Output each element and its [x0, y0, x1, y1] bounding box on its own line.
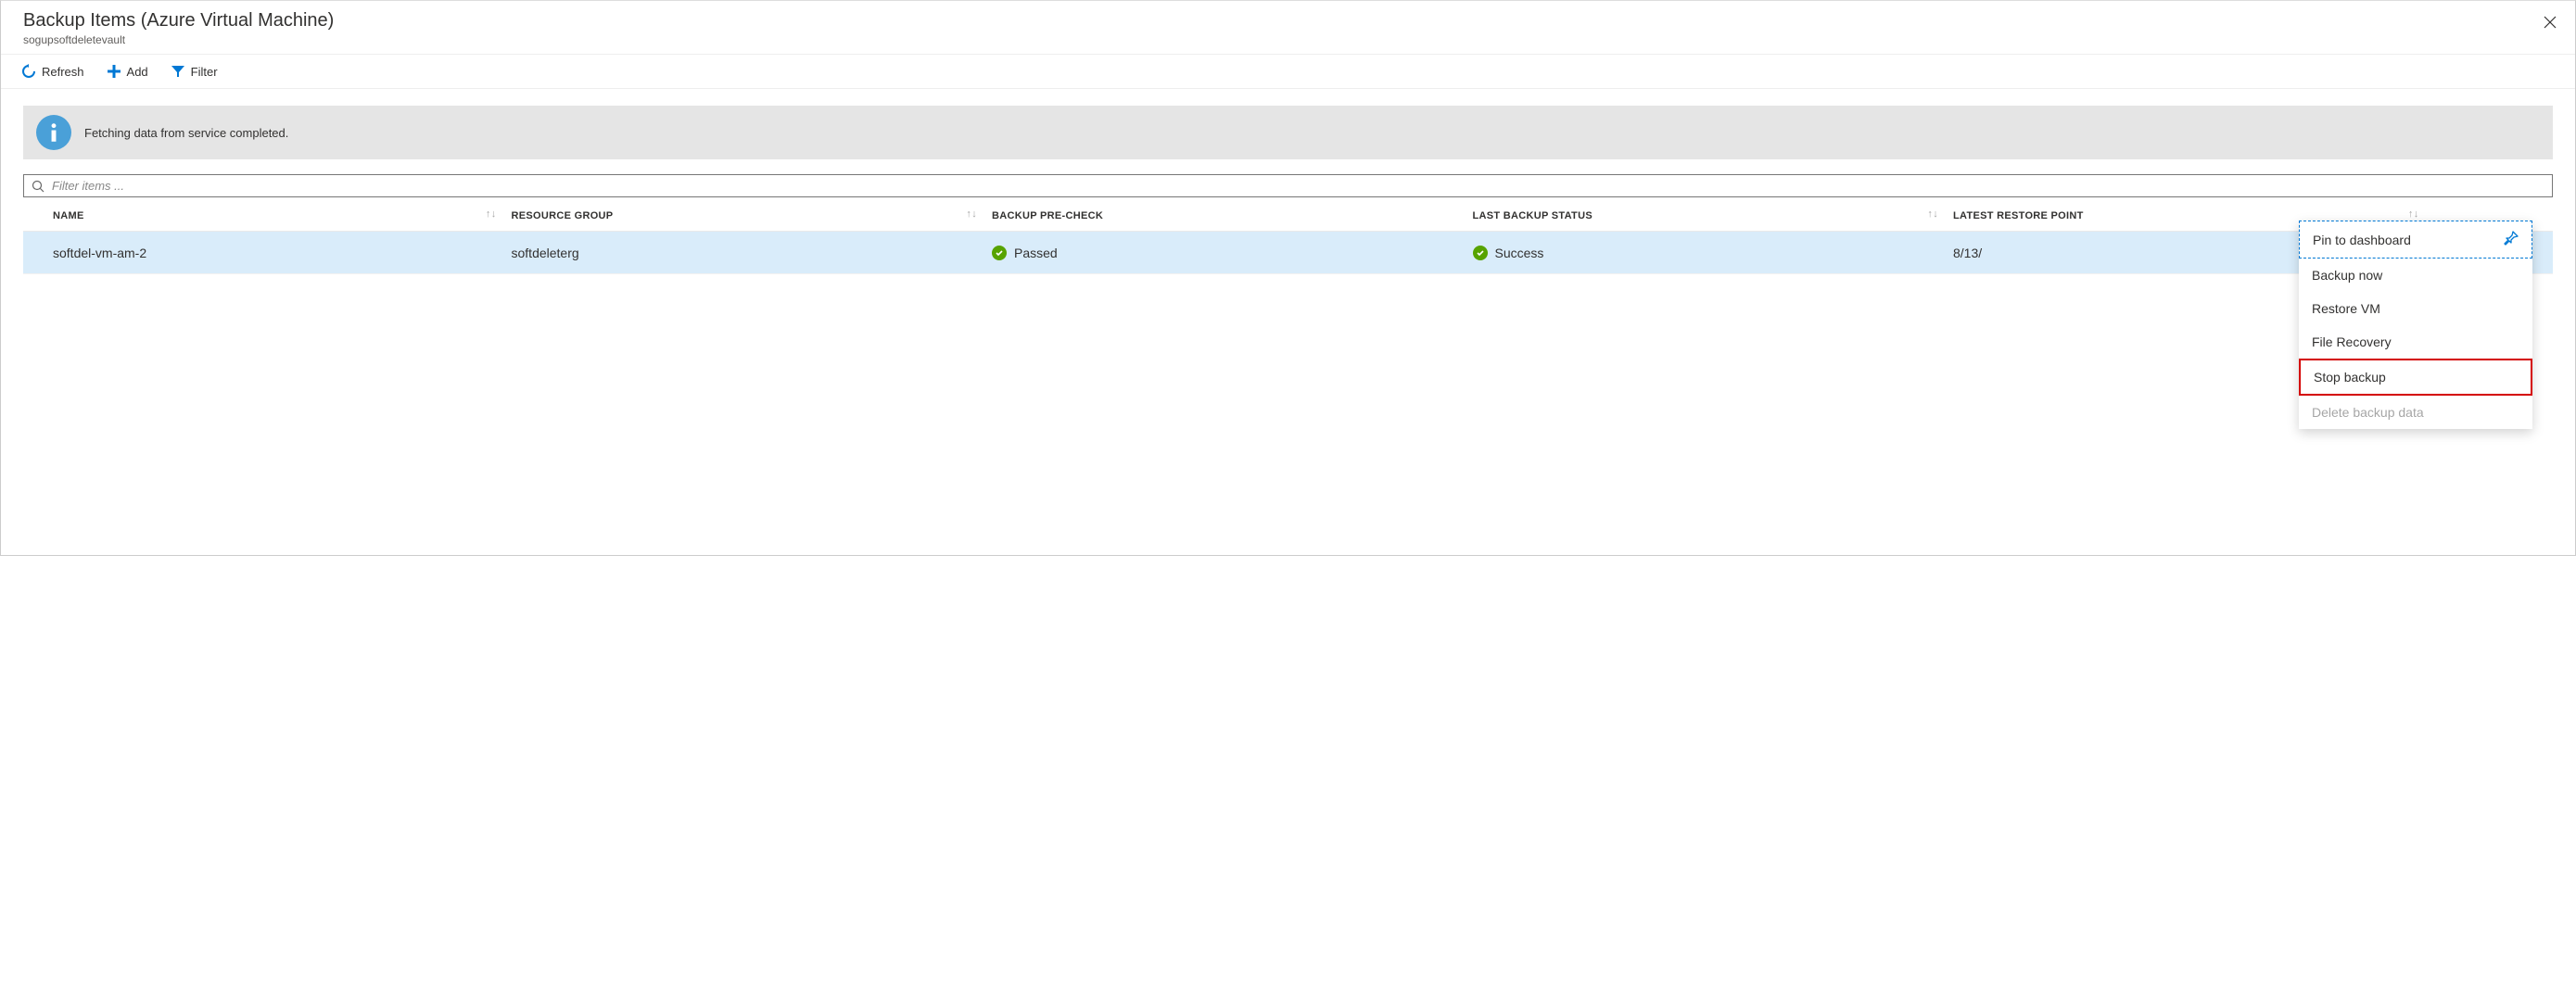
row-context-menu: Pin to dashboard Backup now Restore VM F…: [2299, 221, 2532, 429]
check-icon: [1473, 246, 1488, 260]
refresh-icon: [21, 64, 36, 79]
filter-button[interactable]: Filter: [169, 60, 220, 82]
blade-header: Backup Items (Azure Virtual Machine) sog…: [1, 1, 2575, 55]
sort-icon: ↑↓: [966, 210, 977, 218]
menu-delete-backup-data: Delete backup data: [2299, 396, 2532, 429]
cell-name: softdel-vm-am-2: [23, 232, 504, 274]
refresh-button[interactable]: Refresh: [19, 60, 86, 82]
cell-last-status: Success: [1466, 232, 1947, 274]
menu-restore-vm[interactable]: Restore VM: [2299, 292, 2532, 325]
info-banner-text: Fetching data from service completed.: [84, 126, 288, 140]
column-header-name[interactable]: Name ↑↓: [23, 199, 504, 232]
page-title: Backup Items (Azure Virtual Machine): [23, 10, 2557, 32]
filter-items-container: [23, 174, 2553, 197]
refresh-label: Refresh: [42, 65, 84, 79]
filter-label: Filter: [191, 65, 218, 79]
menu-stop-backup[interactable]: Stop backup: [2299, 359, 2532, 396]
menu-backup-now[interactable]: Backup now: [2299, 259, 2532, 292]
sort-icon: ↑↓: [1927, 210, 1938, 218]
sort-icon: ↑↓: [2408, 210, 2419, 218]
cell-resource-group: softdeleterg: [504, 232, 985, 274]
info-banner: Fetching data from service completed.: [23, 106, 2553, 159]
backup-items-blade: Backup Items (Azure Virtual Machine) sog…: [0, 0, 2576, 556]
toolbar: Refresh Add Filter: [1, 55, 2575, 89]
menu-file-recovery[interactable]: File Recovery: [2299, 325, 2532, 359]
close-icon: [2544, 14, 2557, 32]
column-header-resource-group[interactable]: Resource Group ↑↓: [504, 199, 985, 232]
table-row[interactable]: softdel-vm-am-2 softdeleterg Passed: [23, 232, 2553, 274]
pin-icon: [2504, 231, 2519, 248]
search-icon: [32, 180, 44, 193]
vault-name-subtitle: sogupsoftdeletevault: [23, 33, 2557, 46]
filter-items-input[interactable]: [52, 179, 2544, 193]
sort-icon: ↑↓: [486, 210, 497, 218]
add-button[interactable]: Add: [105, 60, 150, 82]
check-icon: [992, 246, 1007, 260]
close-button[interactable]: [2538, 10, 2562, 37]
backup-items-table: Name ↑↓ Resource Group ↑↓ Backup Pre-Che…: [23, 199, 2553, 274]
column-header-backup-pre-check[interactable]: Backup Pre-Check: [984, 199, 1466, 232]
plus-icon: [107, 64, 121, 79]
info-icon: [36, 115, 71, 150]
menu-pin-to-dashboard[interactable]: Pin to dashboard: [2299, 221, 2532, 259]
content-area: Fetching data from service completed. Na…: [1, 89, 2575, 291]
column-header-last-backup-status[interactable]: Last Backup Status ↑↓: [1466, 199, 1947, 232]
cell-pre-check: Passed: [984, 232, 1466, 274]
filter-icon: [171, 64, 185, 79]
add-label: Add: [127, 65, 148, 79]
